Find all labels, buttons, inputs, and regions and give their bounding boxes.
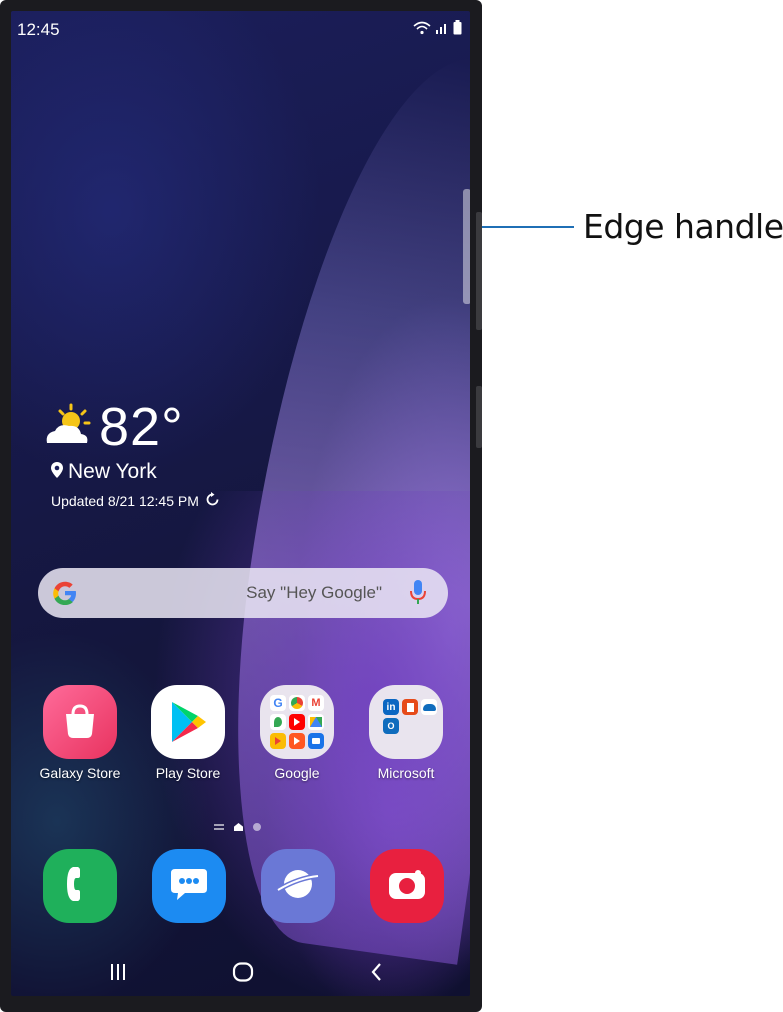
app-label: Microsoft xyxy=(377,765,435,781)
edge-handle-callout-label: Edge handle xyxy=(583,207,783,246)
back-button[interactable] xyxy=(356,959,396,989)
app-label: Galaxy Store xyxy=(39,765,121,781)
mic-icon[interactable] xyxy=(410,580,426,611)
weather-updated: Updated 8/21 12:45 PM xyxy=(51,492,220,510)
page-indicator[interactable] xyxy=(214,823,261,831)
status-icons xyxy=(413,20,462,40)
app-play-store[interactable]: Play Store xyxy=(138,685,238,781)
volume-button xyxy=(476,212,482,330)
microsoft-folder-icon: in O xyxy=(369,685,443,759)
weather-widget[interactable]: 82° New York Updated 8/21 12:45 PM xyxy=(41,396,220,510)
recent-apps-icon xyxy=(110,963,126,986)
wifi-icon xyxy=(413,20,431,40)
app-galaxy-store[interactable]: Galaxy Store xyxy=(30,685,130,781)
edge-handle-callout-line xyxy=(482,226,574,228)
side-key xyxy=(476,386,482,448)
dock-internet[interactable] xyxy=(261,849,335,923)
google-folder-icon: G M xyxy=(260,685,334,759)
internet-icon xyxy=(276,864,320,909)
maps-mini-icon xyxy=(270,714,286,730)
status-bar: 12:45 xyxy=(11,11,470,47)
app-label: Google xyxy=(274,765,320,781)
dock-phone[interactable] xyxy=(43,849,117,923)
google-logo-icon xyxy=(52,580,78,611)
location-name: New York xyxy=(68,460,157,483)
duo-mini-icon xyxy=(308,733,324,749)
edge-handle[interactable] xyxy=(463,189,470,304)
home-icon xyxy=(232,961,254,987)
google-search-bar[interactable]: Say "Hey Google" xyxy=(38,568,448,618)
chrome-mini-icon xyxy=(289,695,305,711)
refresh-icon[interactable] xyxy=(205,492,220,510)
partly-sunny-icon xyxy=(41,403,93,452)
signal-icon xyxy=(435,20,449,40)
play-movies-mini-icon xyxy=(270,733,286,749)
play-store-icon xyxy=(151,685,225,759)
location-pin-icon xyxy=(51,460,63,484)
play-music-mini-icon xyxy=(289,733,305,749)
office-mini-icon xyxy=(402,699,418,715)
app-google-folder[interactable]: G M Google xyxy=(247,685,347,781)
camera-icon xyxy=(387,867,427,906)
battery-icon xyxy=(453,20,462,40)
dock-messages[interactable] xyxy=(152,849,226,923)
app-microsoft-folder[interactable]: in O Microsoft xyxy=(356,685,456,781)
phone-frame: 12:45 82° New York Updated 8/21 12:45 PM… xyxy=(0,0,482,1012)
google-mini-icon: G xyxy=(270,695,286,711)
home-screen: 12:45 82° New York Updated 8/21 12:45 PM… xyxy=(11,11,470,996)
linkedin-mini-icon: in xyxy=(383,699,399,715)
status-time: 12:45 xyxy=(17,20,60,39)
phone-icon xyxy=(65,865,95,908)
messages-icon xyxy=(169,865,209,908)
weather-location: New York xyxy=(51,460,220,484)
galaxy-store-icon xyxy=(43,685,117,759)
page-indicator-dot xyxy=(253,823,261,831)
drive-mini-icon xyxy=(308,714,324,730)
home-button[interactable] xyxy=(223,959,263,989)
outlook-mini-icon: O xyxy=(383,718,399,734)
weather-temperature: 82° xyxy=(99,397,184,457)
page-indicator-home-icon xyxy=(234,823,243,831)
navigation-bar xyxy=(11,951,470,996)
recent-apps-button[interactable] xyxy=(98,959,138,989)
gmail-mini-icon: M xyxy=(308,695,324,711)
page-indicator-lines-icon xyxy=(214,824,224,830)
youtube-mini-icon xyxy=(289,714,305,730)
onedrive-mini-icon xyxy=(421,699,437,715)
back-icon xyxy=(370,962,382,987)
dock-camera[interactable] xyxy=(370,849,444,923)
search-placeholder: Say "Hey Google" xyxy=(246,583,382,602)
updated-text: Updated 8/21 12:45 PM xyxy=(51,493,199,509)
app-label: Play Store xyxy=(155,765,221,781)
